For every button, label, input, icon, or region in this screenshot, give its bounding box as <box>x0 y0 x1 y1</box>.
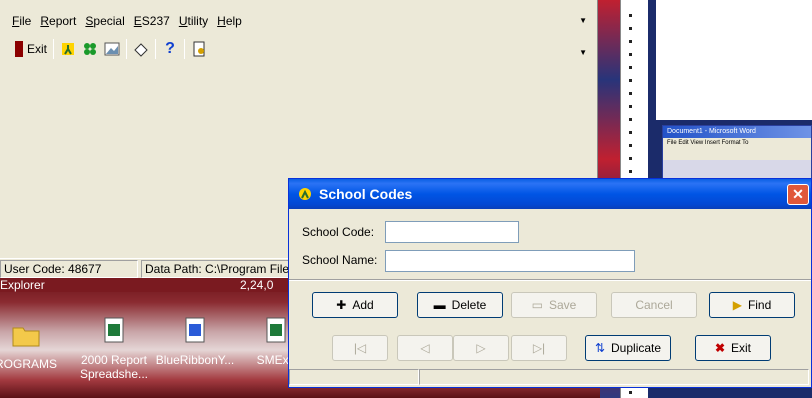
first-record-button[interactable]: |◁ <box>332 335 388 361</box>
data-path-status: Data Path: C:\Program File <box>141 259 289 278</box>
door-icon <box>15 41 23 57</box>
toolbar-separator <box>184 39 186 59</box>
ruler-tick <box>629 170 632 173</box>
ruler-tick <box>629 92 632 95</box>
plus-icon: ✚ <box>336 298 347 312</box>
word-toolbar <box>663 148 811 160</box>
excel-file-icon <box>266 317 286 343</box>
separator <box>289 279 811 281</box>
picture-icon <box>104 42 120 56</box>
desktop-icon-programs[interactable]: ROGRAMS <box>0 320 66 371</box>
background-document-area <box>656 0 812 120</box>
word-file-icon <box>185 317 205 343</box>
menu-file[interactable]: File <box>12 14 31 28</box>
eraser-button[interactable] <box>130 38 152 60</box>
app-icon <box>299 188 311 200</box>
ruler-tick <box>629 118 632 121</box>
duplicate-button[interactable]: ⇅ Duplicate <box>585 335 671 361</box>
find-label: Find <box>747 298 772 312</box>
school-name-input[interactable] <box>385 250 635 272</box>
school-code-input[interactable] <box>385 221 519 243</box>
dialog-title: School Codes <box>319 186 413 202</box>
exit-label: Exit <box>27 42 48 56</box>
exit-label: Exit <box>731 341 752 355</box>
save-label: Save <box>548 298 577 312</box>
toolbar: Exit ? <box>0 36 598 62</box>
desktop-icon-label: ROGRAMS <box>0 357 57 371</box>
question-mark-icon: ? <box>165 40 175 57</box>
runner-icon <box>62 43 75 55</box>
ruler-tick <box>629 66 632 69</box>
previous-record-button[interactable]: ◁ <box>397 335 453 361</box>
toolbar-separator <box>126 39 128 59</box>
find-icon: ▶ <box>732 298 742 312</box>
explorer-clock: 2,24,0 <box>240 278 274 292</box>
menu-chevron-icon[interactable]: ▼ <box>579 16 587 25</box>
clover-button[interactable] <box>79 38 101 60</box>
desktop-icon-report-spreadsheet[interactable]: 2000 Report Spreadshe... <box>74 316 154 381</box>
exit-button[interactable]: ✖ Exit <box>695 335 771 361</box>
desktop-icon-label: 2000 Report Spreadshe... <box>79 353 149 381</box>
word-window-thumbnail[interactable]: Document1 - Microsoft Word File Edit Vie… <box>662 125 812 185</box>
folder-save-icon: ▭ <box>531 298 543 312</box>
menu-special[interactable]: Special <box>85 14 124 28</box>
add-button[interactable]: ✚ Add <box>312 292 398 318</box>
save-button[interactable]: ▭ Save <box>511 292 597 318</box>
x-icon: ✖ <box>714 341 726 355</box>
last-record-button[interactable]: ▷| <box>511 335 567 361</box>
menu-es237[interactable]: ES237 <box>134 14 170 28</box>
school-codes-dialog: School Codes ✕ School Code: School Name:… <box>288 178 812 388</box>
document-button[interactable] <box>188 38 210 60</box>
menu-bar: File Report Special ES237 Utility Help <box>0 10 598 32</box>
ruler-tick <box>629 79 632 82</box>
clover-icon <box>84 43 97 55</box>
status-pane <box>419 369 809 385</box>
excel-file-icon <box>104 317 124 343</box>
desktop-icon-blueribbon[interactable]: BlueRibbonY... <box>155 316 235 367</box>
delete-label: Delete <box>451 298 487 312</box>
duplicate-label: Duplicate <box>611 341 662 355</box>
ruler-tick <box>629 27 632 30</box>
toolbar-separator <box>53 39 55 59</box>
toolbar-separator <box>155 39 157 59</box>
ruler-tick <box>629 40 632 43</box>
user-code-status: User Code: 48677 <box>0 259 138 278</box>
add-label: Add <box>352 298 374 312</box>
menu-help[interactable]: Help <box>217 14 242 28</box>
duplicate-icon: ⇅ <box>594 341 606 355</box>
minus-icon: ▬ <box>433 298 446 312</box>
school-name-label: School Name: <box>302 253 378 267</box>
ruler-tick <box>629 53 632 56</box>
toolbar-chevron-icon[interactable]: ▼ <box>579 48 587 57</box>
close-button[interactable]: ✕ <box>787 184 809 205</box>
ruler-tick <box>629 157 632 160</box>
folder-icon <box>12 327 40 347</box>
word-menu: File Edit View Insert Format To <box>663 138 811 148</box>
school-code-label: School Code: <box>302 225 375 239</box>
exit-toolbar-button[interactable]: Exit <box>12 38 50 60</box>
ruler-tick <box>629 131 632 134</box>
word-title: Document1 - Microsoft Word <box>663 126 811 138</box>
runner-button[interactable] <box>57 38 79 60</box>
ruler-tick <box>629 144 632 147</box>
menu-utility[interactable]: Utility <box>179 14 208 28</box>
ruler-tick <box>629 105 632 108</box>
next-record-button[interactable]: ▷ <box>453 335 509 361</box>
eraser-icon <box>134 43 148 57</box>
ruler-tick <box>629 14 632 17</box>
ruler-tick <box>629 391 632 394</box>
delete-button[interactable]: ▬ Delete <box>417 292 503 318</box>
status-pane <box>289 369 419 385</box>
help-toolbar-button[interactable]: ? <box>159 38 181 60</box>
dialog-status-bar <box>289 369 811 387</box>
dialog-titlebar[interactable]: School Codes <box>289 179 811 209</box>
menu-report[interactable]: Report <box>40 14 76 28</box>
cancel-label: Cancel <box>635 298 673 312</box>
desktop-icon-label: BlueRibbonY... <box>155 353 235 367</box>
find-button[interactable]: ▶ Find <box>709 292 795 318</box>
picture-button[interactable] <box>101 38 123 60</box>
cancel-button[interactable]: Cancel <box>611 292 697 318</box>
document-gear-icon <box>193 41 205 57</box>
